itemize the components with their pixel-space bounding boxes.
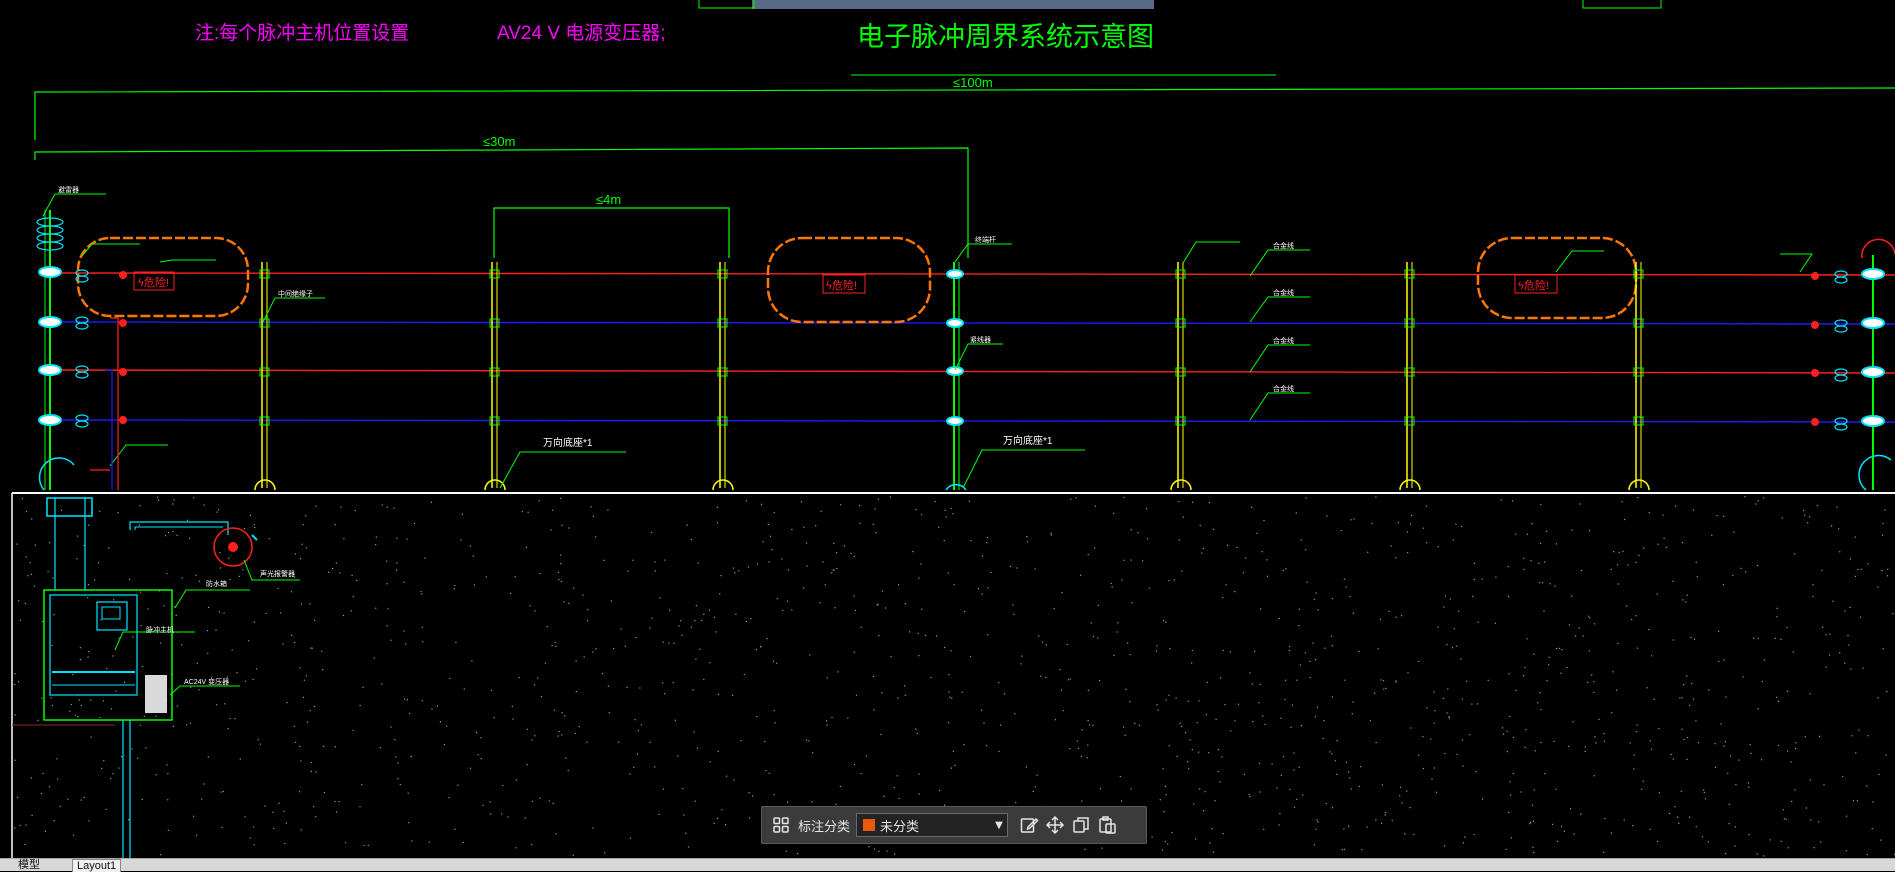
intermediate-post	[1399, 262, 1421, 491]
transformer-note-text: AV24 V 电源变压器;	[497, 22, 666, 44]
annotation-toolbar: 标注分类 未分类 ▼	[761, 806, 1147, 844]
grid-icon[interactable]	[768, 812, 794, 838]
dim-post-label: ≤4m	[596, 192, 621, 207]
corner-post-label-1: 万向底座*1	[543, 436, 593, 449]
mid-label-d1: 合金线	[1273, 241, 1294, 250]
warning-label-1: ϟ危险!	[138, 275, 169, 289]
small-pulse-host-label: 脉冲主机	[146, 625, 174, 634]
mid-label-b: 中间绝缘子	[278, 289, 313, 298]
mid-label-d2: 合金线	[1273, 288, 1294, 297]
end-post-middle	[945, 262, 967, 491]
copy-icon[interactable]	[1068, 812, 1094, 838]
intermediate-posts	[254, 262, 1650, 491]
warning-sign-1: ϟ危险!	[76, 236, 250, 318]
fence-wire-3	[49, 369, 1895, 374]
tab-model[interactable]: 模型	[18, 859, 40, 871]
fence-wire-4	[49, 419, 1895, 423]
small-box-label: 防水箱	[206, 579, 227, 588]
dim-segment-label: ≤30m	[483, 134, 515, 149]
fence-wire-2	[49, 321, 1895, 325]
mid-label-c: 紧线器	[970, 335, 991, 344]
category-color-swatch	[862, 818, 877, 832]
warning-label-2: ϟ危险!	[826, 278, 857, 292]
corner-post-label-2: 万向底座*1	[1003, 434, 1053, 447]
category-select-value: 未分类	[880, 818, 920, 834]
edit-icon[interactable]	[1016, 812, 1042, 838]
tab-layout1[interactable]: Layout1	[72, 859, 122, 872]
cad-drawing-canvas[interactable]: 注:每个脉冲主机位置设置 AV24 V 电源变压器; 电子脉冲周界系统示意图 ≤…	[0, 0, 1895, 870]
warning-sign-2: ϟ危险!	[766, 236, 932, 324]
warning-label-3: ϟ危险!	[1518, 278, 1549, 292]
springs-left	[75, 269, 89, 428]
fence-wire-1	[49, 272, 1895, 276]
chevron-down-icon: ▼	[995, 819, 1003, 831]
end-post-left	[36, 210, 75, 491]
connector-markers	[119, 271, 1819, 426]
ground-speckle	[14, 496, 1895, 857]
top-frame-left-box	[698, 0, 755, 9]
top-frame-right-box	[1582, 0, 1662, 9]
intermediate-post	[254, 262, 276, 491]
dim-total-label: ≤100m	[953, 75, 993, 90]
note-text: 注:每个脉冲主机位置设置	[195, 22, 409, 44]
drawing-title: 电子脉冲周界系统示意图	[857, 22, 1154, 52]
intermediate-post	[1628, 262, 1650, 491]
mid-label-d4: 合金线	[1273, 384, 1294, 393]
dim-line-total	[34, 87, 1895, 140]
annotation-category-select[interactable]: 未分类 ▼	[856, 813, 1009, 837]
small-top-left-label: 避雷器	[58, 185, 79, 194]
intermediate-post	[1170, 262, 1192, 491]
small-ac-label: AC24V 变压器	[184, 677, 229, 686]
annotation-category-label: 标注分类	[798, 818, 851, 834]
warning-sign-3: ϟ危险!	[1476, 236, 1638, 320]
drawing-svg: 注:每个脉冲主机位置设置 AV24 V 电源变压器; 电子脉冲周界系统示意图 ≤…	[11, 0, 1895, 870]
move-icon[interactable]	[1042, 812, 1068, 838]
intermediate-post	[484, 262, 506, 491]
mid-label-d3: 合金线	[1273, 336, 1294, 345]
dim-line-segment	[34, 147, 969, 258]
dim-line-post	[493, 207, 730, 258]
small-alarm-label: 声光报警器	[260, 569, 295, 578]
layout-tab-bar: 模型 Layout1	[0, 858, 1895, 872]
intermediate-post	[712, 262, 734, 491]
mid-label-a: 终端杆	[975, 235, 996, 244]
paste-icon[interactable]	[1094, 812, 1120, 838]
end-post-right	[1834, 238, 1895, 491]
control-box-assembly	[12, 317, 300, 860]
